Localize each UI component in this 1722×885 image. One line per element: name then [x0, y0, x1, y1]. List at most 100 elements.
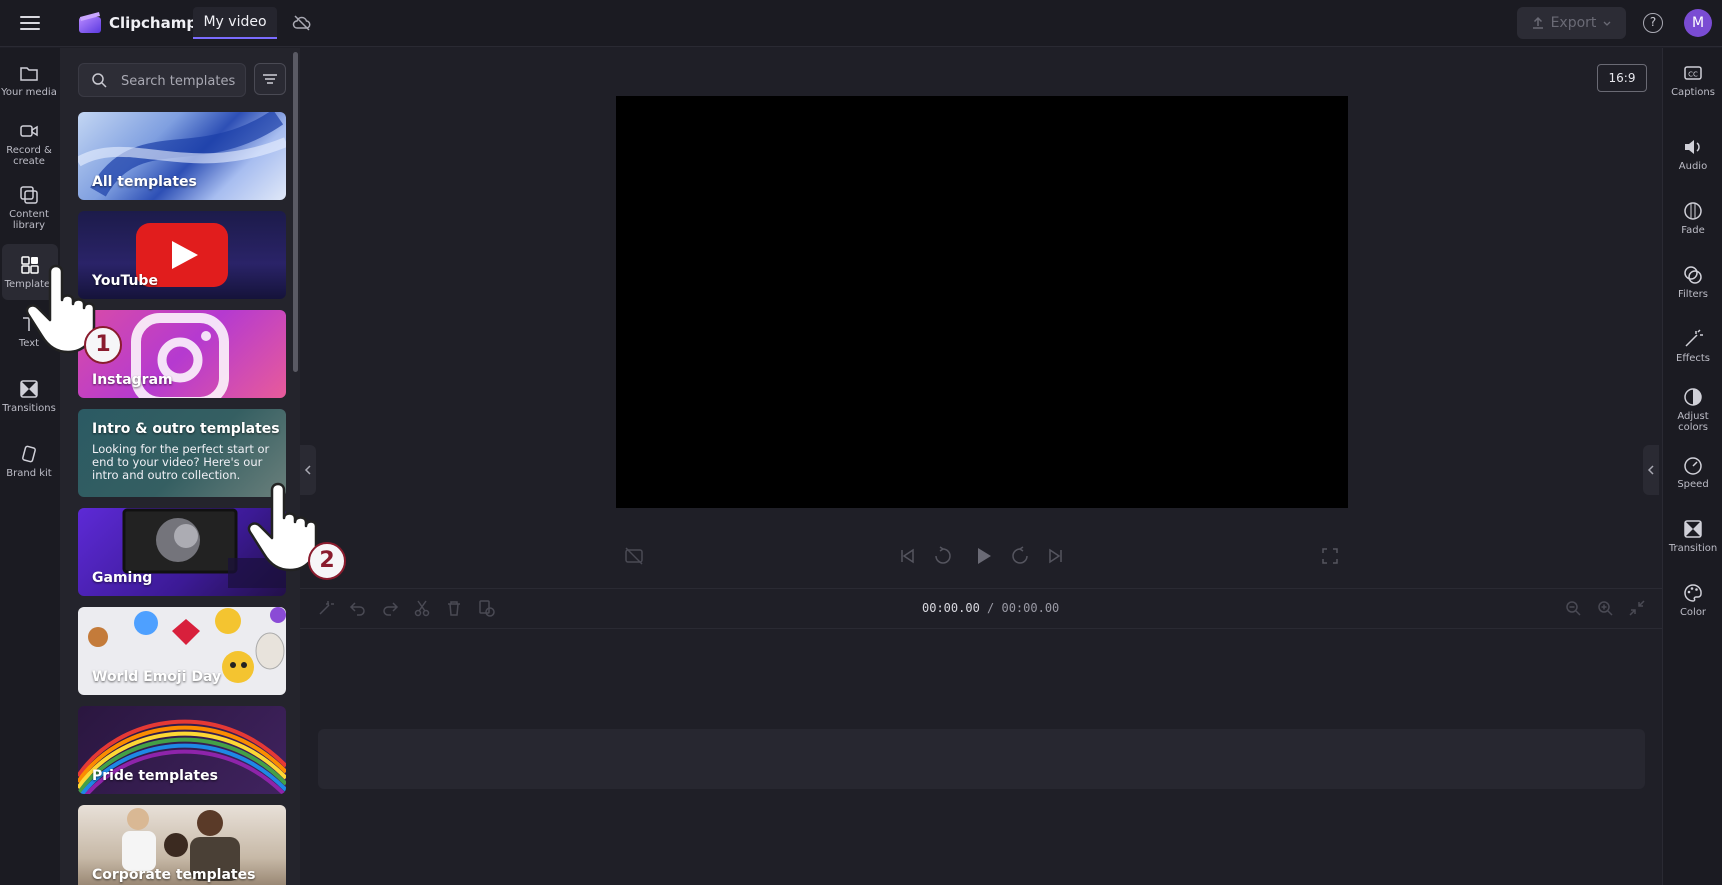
magic-wand-icon[interactable]	[317, 599, 335, 617]
svg-text:CC: CC	[1688, 71, 1698, 79]
undo-icon[interactable]	[349, 599, 367, 617]
card-label: YouTube	[92, 273, 158, 289]
time-readout: 00:00.00 / 00:00.00	[922, 601, 1059, 615]
fade-icon	[1684, 202, 1702, 220]
folder-icon	[20, 67, 38, 81]
sidebar-item-label: Color	[1679, 607, 1707, 618]
cloud-off-icon[interactable]	[292, 13, 312, 33]
search-input[interactable]	[121, 70, 241, 92]
sidebar-item-label: Effects	[1676, 353, 1710, 364]
current-time: 00:00.00	[922, 601, 980, 615]
rewind-5-icon[interactable]	[932, 545, 954, 567]
card-label: Corporate templates	[92, 867, 256, 883]
card-label: Intro & outro templates	[92, 421, 280, 437]
project-title-tab[interactable]: My video	[193, 7, 277, 39]
aspect-ratio-button[interactable]: 16:9	[1597, 64, 1647, 92]
magic-wand-icon	[1685, 329, 1703, 347]
step-badge-2: 2	[308, 542, 346, 580]
sidebar-item-label: Your media	[1, 87, 57, 98]
template-card-all-templates[interactable]: All templates	[78, 112, 286, 200]
card-label: All templates	[92, 174, 197, 190]
fit-to-screen-icon[interactable]	[1628, 599, 1646, 617]
card-label: Instagram	[92, 372, 173, 388]
left-sidebar: Your media Record & create Content libra…	[0, 48, 60, 885]
trash-icon[interactable]	[445, 599, 463, 617]
upload-icon	[1532, 16, 1543, 29]
template-card-corporate[interactable]: Corporate templates	[78, 805, 286, 885]
forward-5-icon[interactable]	[1009, 545, 1031, 567]
play-icon[interactable]	[972, 545, 994, 567]
template-card-world-emoji-day[interactable]: World Emoji Day	[78, 607, 286, 695]
video-preview[interactable]	[616, 96, 1348, 508]
captions-icon: CC	[1684, 66, 1702, 80]
export-button[interactable]: Export	[1517, 7, 1626, 39]
chevron-left-icon	[1647, 465, 1654, 475]
sidebar-item-your-media[interactable]: Your media	[0, 62, 58, 98]
sidebar-item-captions[interactable]: CC Captions	[1663, 62, 1722, 98]
sidebar-item-label: Audio	[1678, 161, 1708, 172]
speedometer-icon	[1684, 457, 1702, 475]
properties-sidebar: CC Captions Audio Fade Filters Effects A…	[1662, 48, 1722, 885]
sidebar-item-label: Speed	[1677, 479, 1709, 490]
sidebar-item-label: Record &	[6, 145, 52, 156]
collapse-properties-button[interactable]	[1643, 445, 1659, 495]
sidebar-item-brand-kit[interactable]: Brand kit	[0, 443, 58, 479]
filters-icon	[1684, 266, 1702, 284]
sidebar-item-effects[interactable]: Effects	[1663, 328, 1722, 364]
contrast-icon	[1684, 388, 1702, 406]
skip-back-icon[interactable]	[896, 545, 918, 567]
card-label: World Emoji Day	[92, 669, 222, 685]
sidebar-item-content-library[interactable]: Content library	[0, 184, 58, 231]
redo-icon[interactable]	[381, 599, 399, 617]
fullscreen-icon[interactable]	[1319, 545, 1341, 567]
video-camera-icon	[20, 125, 38, 137]
sidebar-item-speed[interactable]: Speed	[1663, 454, 1722, 490]
timeline-toolbar: 00:00.00 / 00:00.00	[300, 589, 1662, 629]
step-badge-1: 1	[84, 326, 122, 364]
captions-off-icon[interactable]	[623, 545, 645, 567]
template-card-pride[interactable]: Pride templates	[78, 706, 286, 794]
brand-name: Clipchamp	[109, 14, 198, 32]
sidebar-item-filters[interactable]: Filters	[1663, 264, 1722, 300]
sidebar-item-audio[interactable]: Audio	[1663, 136, 1722, 172]
skip-forward-icon[interactable]	[1045, 545, 1067, 567]
sidebar-item-adjust-colors[interactable]: Adjust colors	[1663, 386, 1722, 433]
sidebar-item-label: Fade	[1681, 225, 1705, 236]
template-card-youtube[interactable]: YouTube	[78, 211, 286, 299]
avatar[interactable]: M	[1684, 9, 1712, 37]
panel-scrollbar[interactable]	[293, 52, 298, 372]
chevron-down-icon	[1603, 21, 1611, 26]
timeline-track[interactable]	[318, 729, 1645, 789]
sidebar-item-label: Content	[9, 209, 49, 220]
sidebar-item-transition[interactable]: Transition	[1663, 518, 1722, 554]
scissors-icon[interactable]	[413, 599, 431, 617]
search-box	[78, 63, 246, 97]
duplicate-icon[interactable]	[477, 599, 495, 617]
sidebar-item-color[interactable]: Color	[1663, 582, 1722, 618]
sidebar-item-fade[interactable]: Fade	[1663, 200, 1722, 236]
help-icon[interactable]: ?	[1643, 13, 1663, 33]
sidebar-item-label: Filters	[1678, 289, 1708, 300]
search-icon	[92, 73, 107, 88]
zoom-out-icon[interactable]	[1564, 599, 1582, 617]
filter-button[interactable]	[254, 63, 286, 95]
sidebar-item-record-create[interactable]: Record & create	[0, 120, 58, 167]
speaker-icon	[1685, 140, 1700, 154]
export-label: Export	[1550, 15, 1597, 31]
timeline: 00:00.00 / 00:00.00	[300, 588, 1662, 885]
card-label: Pride templates	[92, 768, 218, 784]
sidebar-item-label: create	[13, 156, 45, 167]
transitions-icon	[20, 380, 38, 398]
zoom-in-icon[interactable]	[1596, 599, 1614, 617]
filter-icon	[263, 74, 277, 84]
sidebar-item-transitions[interactable]: Transitions	[0, 378, 58, 414]
sidebar-item-label: colors	[1678, 422, 1708, 433]
sidebar-item-label: Transitions	[2, 403, 56, 414]
templates-panel: All templates YouTube Instagram Intro & …	[60, 48, 300, 885]
hamburger-menu-icon[interactable]	[18, 12, 42, 34]
total-time: / 00:00.00	[987, 601, 1060, 615]
sidebar-item-label: Adjust	[1677, 411, 1709, 422]
sidebar-item-label: Brand kit	[6, 468, 52, 479]
top-bar: Clipchamp My video Export ? M	[0, 0, 1722, 47]
content-library-icon	[20, 186, 38, 204]
